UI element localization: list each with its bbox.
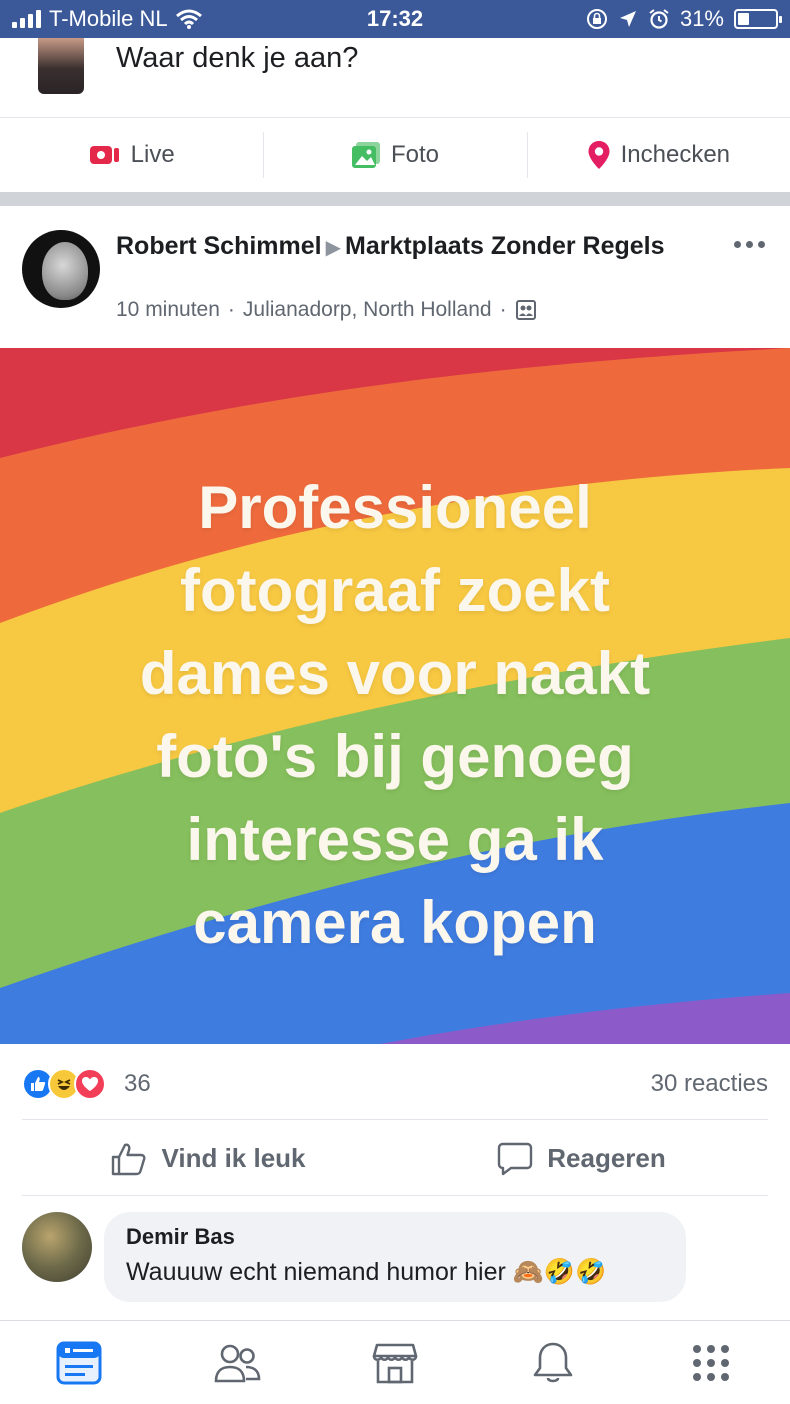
friends-icon xyxy=(214,1344,261,1382)
group-privacy-icon xyxy=(515,300,536,320)
marketplace-icon xyxy=(372,1343,418,1383)
status-bar: T-Mobile NL 17:32 31% xyxy=(0,0,790,38)
meta-dot: · xyxy=(227,298,235,321)
comment-count[interactable]: 30 reacties xyxy=(651,1070,768,1098)
nav-friends[interactable] xyxy=(158,1321,316,1404)
orientation-lock-icon xyxy=(586,9,607,29)
photo-label: Foto xyxy=(390,141,439,168)
alarm-icon xyxy=(649,9,669,29)
post-meta: 10 minuten · Julianadorp, North Holland … xyxy=(116,298,537,322)
comment-body: Wauuuw echt niemand humor hier xyxy=(126,1258,506,1286)
feed-divider xyxy=(0,192,790,206)
comment-emojis: 🙈🤣🤣 xyxy=(512,1258,607,1286)
menu-icon xyxy=(693,1344,729,1381)
more-options-icon[interactable] xyxy=(734,236,768,252)
battery-icon xyxy=(734,9,782,29)
composer[interactable]: Waar denk je aan? xyxy=(0,38,790,118)
composer-prompt[interactable]: Waar denk je aan? xyxy=(116,42,358,75)
comment-bubble[interactable]: Demir Bas Wauuuw echt niemand humor hier… xyxy=(104,1212,686,1302)
battery-percent: 31% xyxy=(679,6,724,31)
photo-icon xyxy=(351,142,380,168)
post-image[interactable]: Professioneel fotograaf zoekt dames voor… xyxy=(0,348,790,1044)
thumbs-up-icon xyxy=(112,1143,146,1175)
commenter-name[interactable]: Demir Bas xyxy=(126,1224,664,1250)
commenter-avatar[interactable] xyxy=(22,1212,92,1282)
notifications-icon xyxy=(533,1342,573,1382)
reactions-bar: 36 30 reacties xyxy=(22,1046,768,1120)
comment-item: Demir Bas Wauuuw echt niemand humor hier… xyxy=(22,1210,768,1306)
post-header: Robert Schimmel ▶ Marktplaats Zonder Regel… xyxy=(0,206,790,348)
image-text-line: interesse ga ik xyxy=(186,806,604,873)
live-button[interactable]: Live xyxy=(0,118,263,192)
meta-dot: · xyxy=(499,298,507,321)
image-text-line: foto's bij genoeg xyxy=(156,723,634,790)
post-author-line: Robert Schimmel ▶ Marktplaats Zonder Regel… xyxy=(116,230,676,265)
nav-marketplace[interactable] xyxy=(316,1321,474,1404)
arrow-right-icon: ▶ xyxy=(325,237,341,259)
image-text-line: Professioneel xyxy=(198,474,592,541)
image-text-line: fotograaf zoekt xyxy=(179,557,611,624)
image-text-line: camera kopen xyxy=(193,889,597,956)
live-video-icon xyxy=(89,146,119,164)
love-reaction-icon xyxy=(74,1068,106,1100)
nav-menu[interactable] xyxy=(632,1321,790,1404)
checkin-label: Inchecken xyxy=(620,141,731,168)
photo-button[interactable]: Foto xyxy=(263,118,526,192)
comment-label: Reageren xyxy=(547,1143,666,1173)
post-location[interactable]: Julianadorp, North Holland xyxy=(243,298,492,322)
reaction-icons[interactable] xyxy=(22,1068,106,1100)
like-button[interactable]: Vind ik leuk xyxy=(22,1122,395,1195)
my-avatar[interactable] xyxy=(38,38,84,94)
nav-news-feed[interactable] xyxy=(0,1321,158,1404)
post-image-text: Professioneel fotograaf zoekt dames voor… xyxy=(0,466,790,964)
like-label: Vind ik leuk xyxy=(161,1143,306,1173)
post-time[interactable]: 10 minuten xyxy=(116,298,220,322)
reaction-count[interactable]: 36 xyxy=(124,1070,151,1098)
live-label: Live xyxy=(130,141,175,168)
comment-bubble-icon xyxy=(498,1142,533,1175)
author-name[interactable]: Robert Schimmel xyxy=(116,232,322,260)
location-arrow-icon xyxy=(619,11,636,27)
image-text-line: dames voor naakt xyxy=(139,640,651,707)
nav-notifications[interactable] xyxy=(474,1321,632,1404)
location-pin-icon xyxy=(588,141,610,169)
news-feed-icon xyxy=(56,1341,102,1384)
author-avatar[interactable] xyxy=(22,230,100,308)
comment-text: Wauuuw echt niemand humor hier 🙈🤣🤣 xyxy=(126,1258,664,1287)
bottom-nav xyxy=(0,1320,790,1404)
comment-button[interactable]: Reageren xyxy=(395,1122,768,1195)
status-right: 31% xyxy=(586,6,782,32)
composer-actions: Live Foto Inchecken xyxy=(0,118,790,192)
group-name[interactable]: Marktplaats Zonder Regels xyxy=(345,232,665,260)
post-buttons: Vind ik leuk Reageren xyxy=(22,1122,768,1196)
checkin-button[interactable]: Inchecken xyxy=(526,118,790,192)
